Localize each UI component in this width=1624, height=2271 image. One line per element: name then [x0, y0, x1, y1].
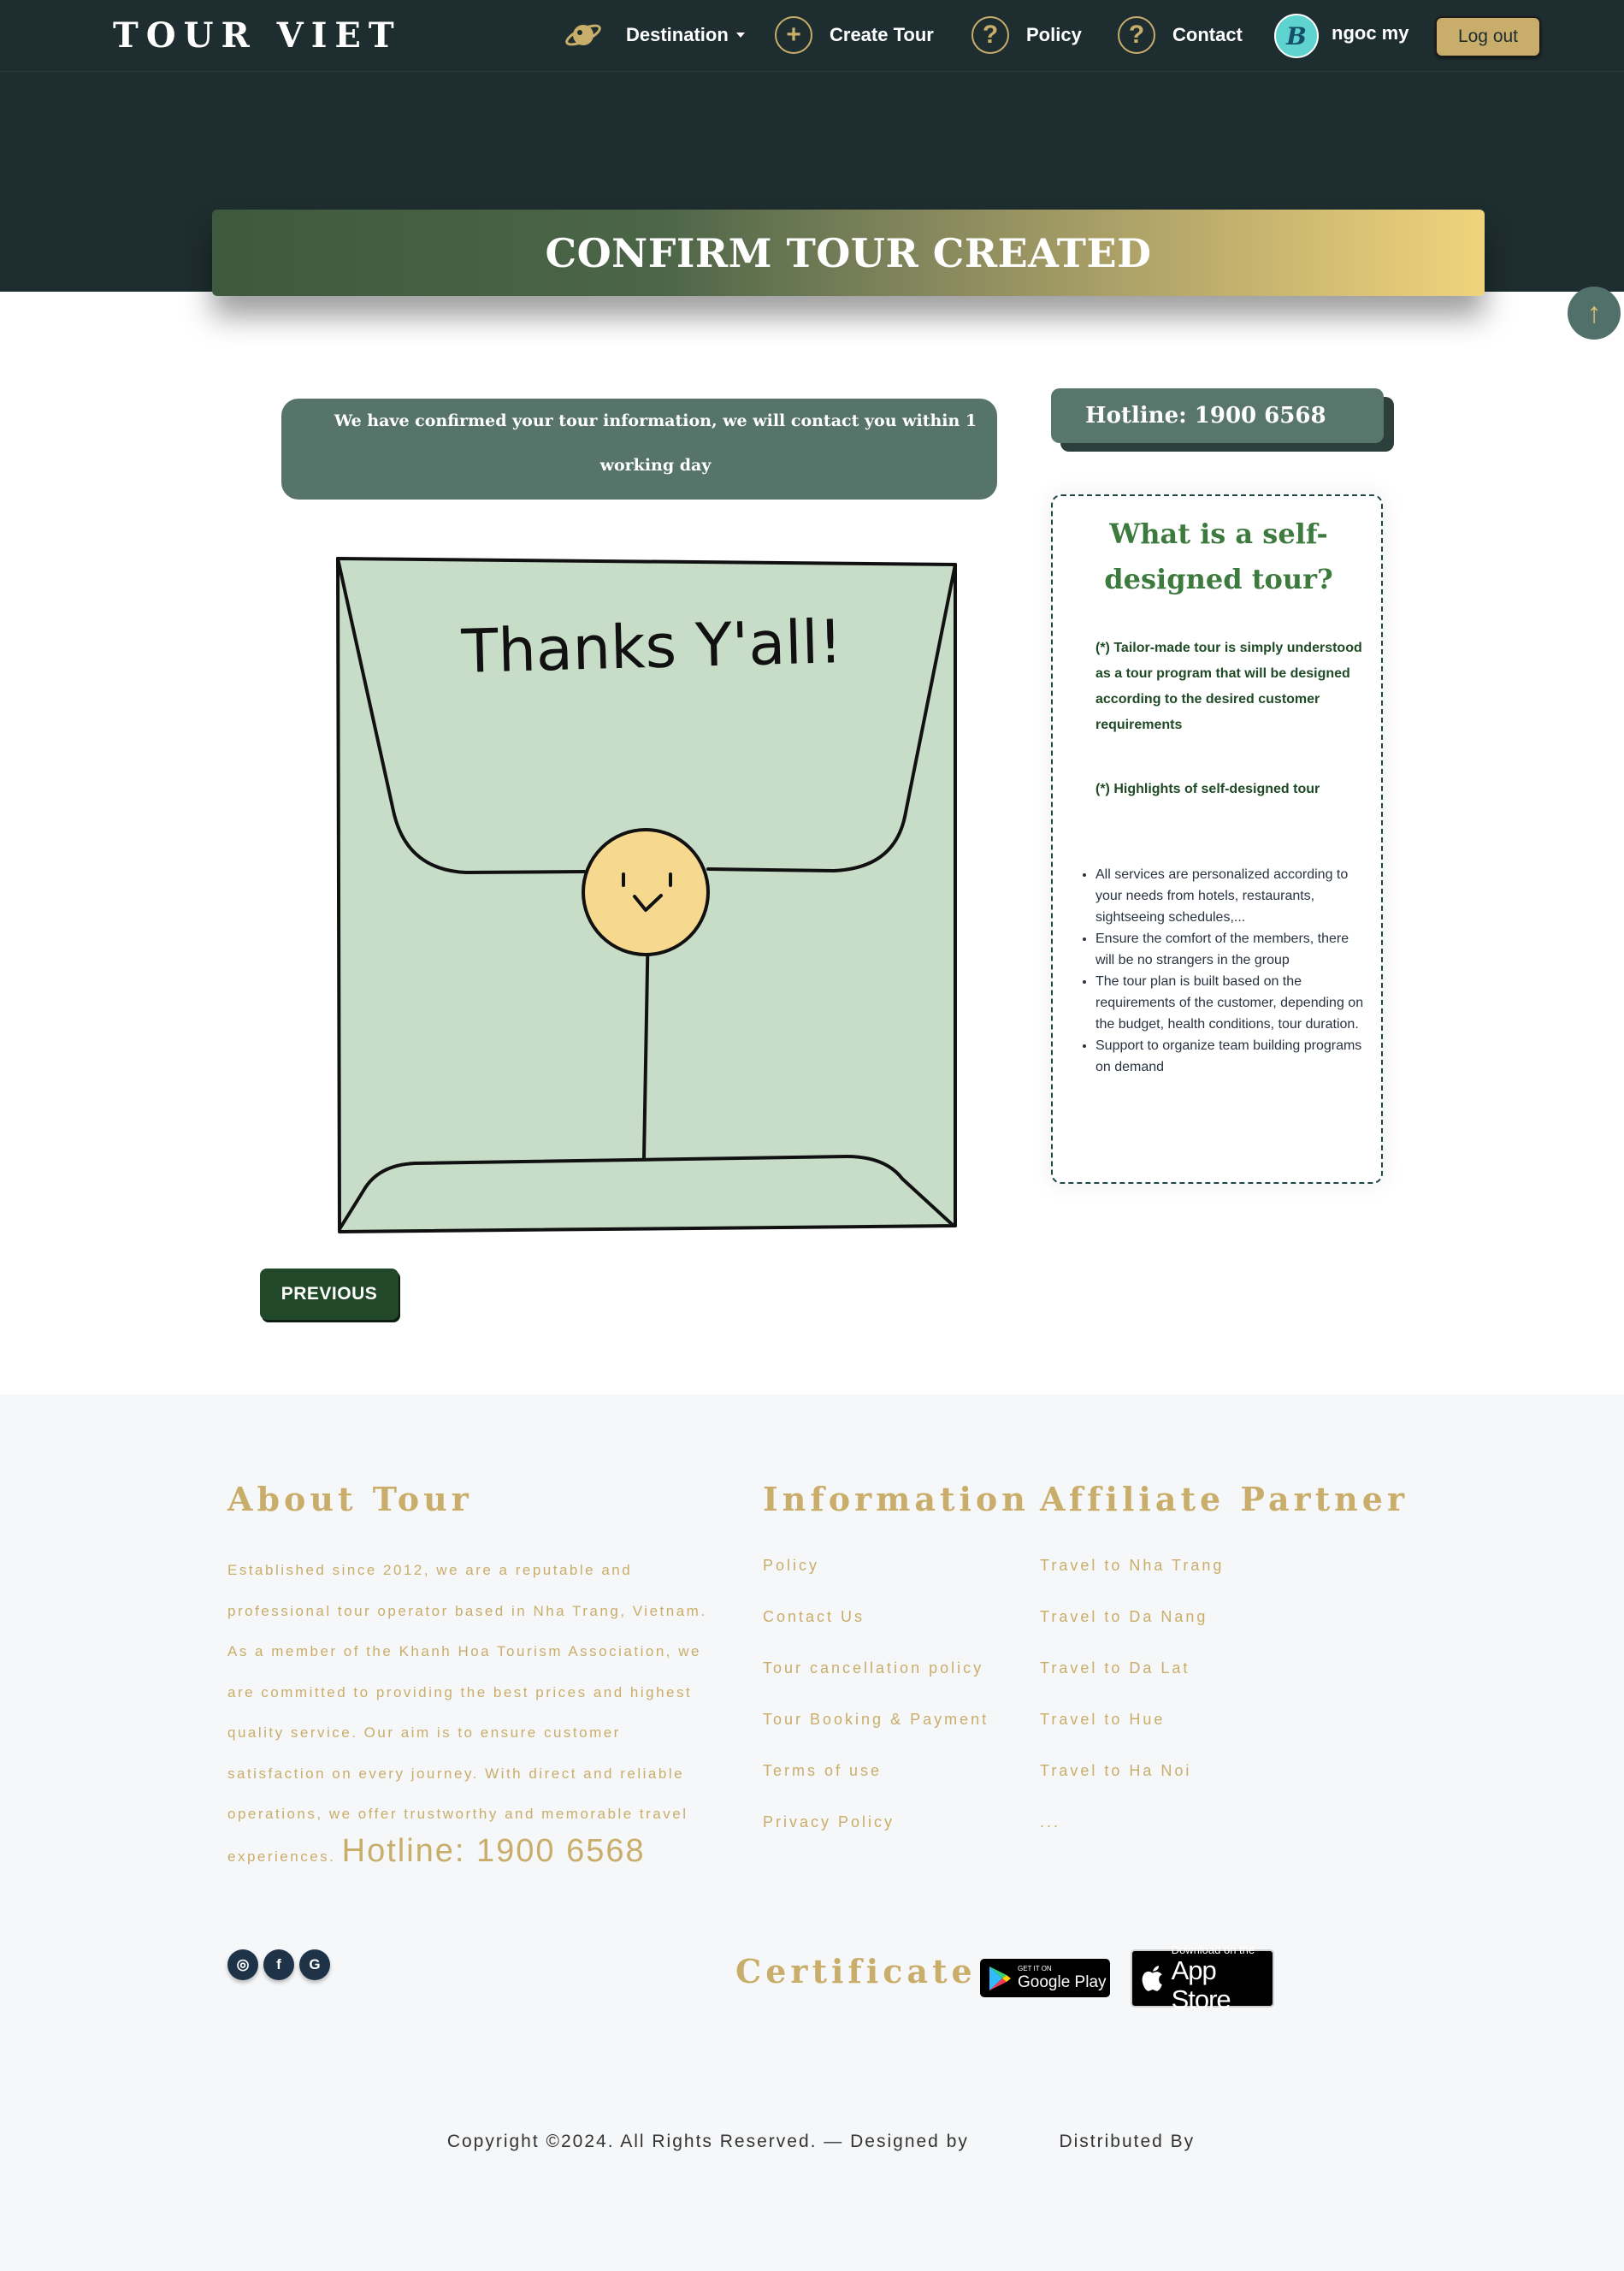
partner-link-da-nang[interactable]: Travel to Da Nang: [1040, 1608, 1208, 1626]
thanks-envelope-illustration: Thanks Y'all!: [336, 557, 957, 1233]
partner-heading: Affiliate Partner: [1040, 1480, 1408, 1518]
partner-link-ha-noi[interactable]: Travel to Ha Noi: [1040, 1762, 1191, 1780]
info-highlights-heading: (*) Highlights of self-designed tour: [1095, 782, 1320, 796]
partner-link-hue[interactable]: Travel to Hue: [1040, 1711, 1165, 1729]
list-item: Support to organize team building progra…: [1095, 1035, 1371, 1078]
brand-logo[interactable]: TOUR VIET: [113, 15, 402, 56]
facebook-icon[interactable]: f: [263, 1949, 294, 1980]
footer-link-policy[interactable]: Policy: [763, 1557, 819, 1575]
scroll-to-top-button[interactable]: ↑: [1568, 287, 1621, 340]
nav-contact[interactable]: ? Contact: [1118, 15, 1243, 56]
partner-link-more[interactable]: ...: [1040, 1813, 1060, 1831]
nav-destination[interactable]: Destination: [564, 15, 745, 56]
nav-contact-label: Contact: [1172, 24, 1243, 45]
designer-link[interactable]: Group 6: [976, 2132, 1053, 2151]
list-item: Ensure the comfort of the members, there…: [1095, 928, 1371, 971]
hotline-badge[interactable]: Hotline: 1900 6568: [1051, 388, 1384, 443]
avatar[interactable]: B: [1274, 14, 1319, 58]
nav-policy[interactable]: ? Policy: [971, 15, 1082, 56]
apple-icon: [1142, 1966, 1162, 1991]
information-heading: Information: [763, 1480, 1030, 1518]
footer-link-privacy[interactable]: Privacy Policy: [763, 1813, 895, 1831]
google-play-label: Google Play: [1018, 1973, 1107, 1991]
partner-link-da-lat[interactable]: Travel to Da Lat: [1040, 1659, 1190, 1677]
instagram-icon[interactable]: ◎: [227, 1949, 258, 1980]
certificate-heading: Certificate: [735, 1952, 977, 1990]
google-play-icon: [989, 1966, 1011, 1990]
google-play-badge[interactable]: GET IT ON Google Play: [980, 1959, 1110, 1997]
nav-policy-label: Policy: [1026, 24, 1082, 45]
copyright: Copyright ©2024. All Rights Reserved. — …: [428, 2121, 1214, 2202]
navbar: TOUR VIET Destination + Create Tour ? Po…: [0, 0, 1624, 72]
footer-link-terms[interactable]: Terms of use: [763, 1762, 882, 1780]
plus-circle-icon: +: [775, 16, 812, 54]
question-circle-icon: ?: [971, 16, 1009, 54]
info-definition: (*) Tailor-made tour is simply understoo…: [1095, 641, 1362, 732]
arrow-up-icon: ↑: [1586, 296, 1602, 329]
info-title: What is a self-designed tour?: [1104, 517, 1333, 595]
page-title: CONFIRM TOUR CREATED: [545, 229, 1152, 276]
nav-create-tour[interactable]: + Create Tour: [775, 15, 934, 56]
app-store-small: Download on the: [1171, 1943, 1255, 1956]
about-description: Established since 2012, we are a reputab…: [227, 1562, 707, 1865]
self-designed-tour-info: What is a self-designed tour? (*) Tailor…: [1051, 494, 1383, 1184]
app-store-label: App Store: [1171, 1955, 1231, 2014]
footer-hotline[interactable]: Hotline: 1900 6568: [342, 1833, 646, 1869]
list-item: All services are personalized according …: [1095, 864, 1371, 928]
question-circle-icon: ?: [1118, 16, 1155, 54]
illustration-caption: Thanks Y'all!: [460, 606, 843, 687]
nav-create-tour-label: Create Tour: [830, 24, 934, 45]
confirmation-message: We have confirmed your tour information,…: [281, 399, 997, 500]
about-heading: About Tour: [227, 1480, 473, 1518]
highlights-list: All services are personalized according …: [1095, 864, 1371, 1078]
partner-link-nha-trang[interactable]: Travel to Nha Trang: [1040, 1557, 1224, 1575]
username[interactable]: ngoc my: [1332, 22, 1408, 44]
footer-link-booking[interactable]: Tour Booking & Payment: [763, 1711, 989, 1729]
copyright-text: Copyright ©2024. All Rights Reserved. — …: [446, 2132, 969, 2151]
chevron-down-icon: [735, 33, 745, 38]
app-store-badge[interactable]: Download on the App Store: [1131, 1943, 1274, 2014]
footer-link-cancellation[interactable]: Tour cancellation policy: [763, 1659, 983, 1677]
google-icon[interactable]: G: [299, 1949, 330, 1980]
distributor-link[interactable]: FPT Aptech: [765, 2172, 876, 2191]
logout-button[interactable]: Log out: [1435, 16, 1541, 57]
list-item: The tour plan is built based on the requ…: [1095, 971, 1371, 1035]
planet-icon: [565, 24, 601, 46]
about-text: Established since 2012, we are a reputab…: [227, 1550, 723, 1877]
previous-button[interactable]: PREVIOUS: [260, 1269, 399, 1320]
nav-destination-label: Destination: [626, 24, 729, 45]
page-banner: CONFIRM TOUR CREATED: [212, 210, 1485, 296]
footer-link-contact[interactable]: Contact Us: [763, 1608, 865, 1626]
google-play-small: GET IT ON: [1018, 1965, 1052, 1972]
distributed-text: Distributed By: [1059, 2132, 1196, 2151]
